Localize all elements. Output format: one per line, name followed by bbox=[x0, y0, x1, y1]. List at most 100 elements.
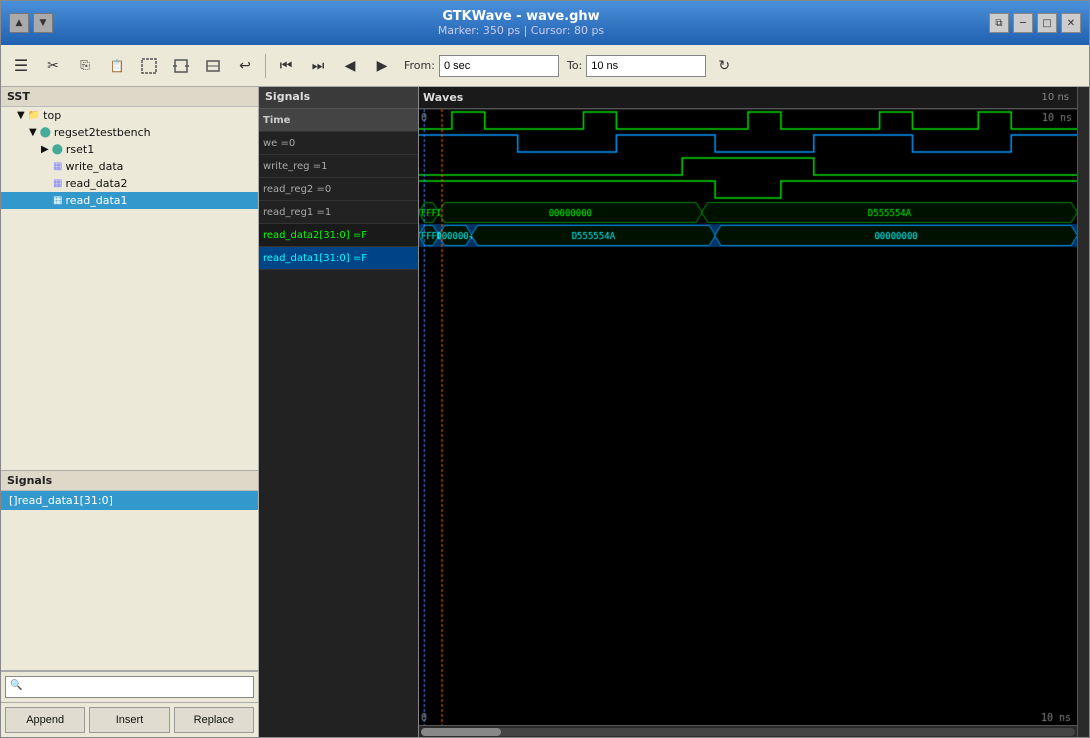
tree-label-rset1: rset1 bbox=[66, 143, 94, 156]
sig-row-read-reg1[interactable]: read_reg1 =1 bbox=[259, 201, 418, 224]
signal-icon1: ▦ bbox=[53, 161, 62, 172]
left-panel: SST ▼ 📁 top ▼ ⬤ regset2testbench ▶ ⬤ rse… bbox=[1, 87, 259, 737]
zoom-fit-btn[interactable] bbox=[167, 52, 195, 80]
waves-header: Waves 10 ns bbox=[419, 87, 1077, 109]
window-title: GTKWave - wave.ghw bbox=[442, 9, 599, 24]
from-input[interactable] bbox=[439, 55, 559, 77]
signals-section: Signals []read_data1[31:0] bbox=[1, 471, 258, 671]
signal-item-read-data1[interactable]: []read_data1[31:0] bbox=[1, 491, 258, 510]
search-input[interactable] bbox=[5, 676, 254, 698]
sig-name-read-reg2: read_reg2 =0 bbox=[263, 184, 331, 195]
minimize-btn[interactable]: ─ bbox=[1013, 13, 1033, 33]
tree-item-write-data[interactable]: ▦ write_data bbox=[1, 158, 258, 175]
to-label: To: bbox=[567, 59, 582, 72]
refresh-btn[interactable]: ↻ bbox=[710, 52, 738, 80]
prev-btn[interactable]: ◀ bbox=[336, 52, 364, 80]
sig-row-read-reg2[interactable]: read_reg2 =0 bbox=[259, 178, 418, 201]
titlebar: ▲ ▼ GTKWave - wave.ghw Marker: 350 ps | … bbox=[1, 1, 1089, 45]
window-subtitle: Marker: 350 ps | Cursor: 80 ps bbox=[438, 24, 604, 37]
close-btn[interactable]: ✕ bbox=[1061, 13, 1081, 33]
scroll-down-btn[interactable]: ▼ bbox=[33, 13, 53, 33]
sig-name-read-reg1: read_reg1 =1 bbox=[263, 207, 331, 218]
waves-label: Waves bbox=[423, 91, 463, 104]
restore-btn[interactable]: ⧉ bbox=[989, 13, 1009, 33]
tree-label-write-data: write_data bbox=[65, 160, 123, 173]
main-content: SST ▼ 📁 top ▼ ⬤ regset2testbench ▶ ⬤ rse… bbox=[1, 87, 1089, 737]
waves-column: Waves 10 ns bbox=[419, 87, 1077, 737]
tree-item-read-data1[interactable]: ▦ read_data1 bbox=[1, 192, 258, 209]
hamburger-btn[interactable]: ☰ bbox=[7, 52, 35, 80]
signals-column: Signals Time we =0 write_reg =1 read_reg… bbox=[259, 87, 419, 737]
sst-section: SST ▼ 📁 top ▼ ⬤ regset2testbench ▶ ⬤ rse… bbox=[1, 87, 258, 471]
horizontal-scrollbar[interactable] bbox=[419, 725, 1077, 737]
zoom-range-btn[interactable] bbox=[199, 52, 227, 80]
tree-label-top: top bbox=[43, 109, 61, 122]
paste-btn[interactable]: 📋 bbox=[103, 52, 131, 80]
tree-label-read-data1: read_data1 bbox=[65, 194, 127, 207]
from-label: From: bbox=[404, 59, 435, 72]
replace-button[interactable]: Replace bbox=[174, 707, 254, 733]
sig-row-read-data1[interactable]: read_data1[31:0] =F bbox=[259, 247, 418, 270]
toolbar: ☰ ✂ ⎘ 📋 ↩ ⏮ ⏭ ◀ ▶ From: bbox=[1, 45, 1089, 87]
sst-label: SST bbox=[7, 90, 30, 103]
main-window: ▲ ▼ GTKWave - wave.ghw Marker: 350 ps | … bbox=[0, 0, 1090, 738]
time-label: Time bbox=[263, 115, 290, 126]
chevron-right-icon: ▼ bbox=[17, 110, 25, 121]
sig-row-read-data2[interactable]: read_data2[31:0] =F bbox=[259, 224, 418, 247]
scroll-track[interactable] bbox=[421, 728, 1075, 736]
module-icon1: ⬤ bbox=[40, 127, 51, 138]
signal-rows: Time we =0 write_reg =1 read_reg2 =0 rea… bbox=[259, 109, 418, 737]
sst-header: SST bbox=[1, 87, 258, 107]
waves-area[interactable] bbox=[419, 109, 1077, 725]
cut-btn[interactable]: ✂ bbox=[39, 52, 67, 80]
tree-label-regset2testbench: regset2testbench bbox=[54, 126, 151, 139]
chevron-right-icon2: ▶ bbox=[41, 144, 49, 155]
signal-item-label: []read_data1[31:0] bbox=[9, 494, 113, 507]
chevron-down-icon: ▼ bbox=[29, 127, 37, 138]
search-bar: 🔍 bbox=[1, 671, 258, 702]
tree-label-read-data2: read_data2 bbox=[65, 177, 127, 190]
append-button[interactable]: Append bbox=[5, 707, 85, 733]
tree-item-regset2testbench[interactable]: ▼ ⬤ regset2testbench bbox=[1, 124, 258, 141]
scroll-thumb[interactable] bbox=[421, 728, 501, 736]
tree-item-read-data2[interactable]: ▦ read_data2 bbox=[1, 175, 258, 192]
titlebar-controls: ⧉ ─ □ ✕ bbox=[989, 13, 1081, 33]
folder-icon: 📁 bbox=[28, 110, 40, 121]
signals-label: Signals bbox=[7, 474, 52, 487]
select-all-btn[interactable] bbox=[135, 52, 163, 80]
sig-name-write-reg: write_reg =1 bbox=[263, 161, 327, 172]
separator1 bbox=[265, 54, 266, 78]
waves-time-label: 10 ns bbox=[1042, 92, 1069, 103]
signals-col-label: Signals bbox=[265, 90, 310, 103]
time-header-row: Time bbox=[259, 109, 418, 132]
sig-row-write-reg[interactable]: write_reg =1 bbox=[259, 155, 418, 178]
undo-btn[interactable]: ↩ bbox=[231, 52, 259, 80]
sig-name-read-data2: read_data2[31:0] =F bbox=[263, 230, 367, 241]
copy-btn[interactable]: ⎘ bbox=[71, 52, 99, 80]
tree-item-rset1[interactable]: ▶ ⬤ rset1 bbox=[1, 141, 258, 158]
sig-name-read-data1: read_data1[31:0] =F bbox=[263, 253, 367, 264]
insert-button[interactable]: Insert bbox=[89, 707, 169, 733]
wave-canvas bbox=[419, 109, 1077, 725]
vertical-scrollbar[interactable] bbox=[1077, 87, 1089, 737]
tree-item-top[interactable]: ▼ 📁 top bbox=[1, 107, 258, 124]
sig-row-we[interactable]: we =0 bbox=[259, 132, 418, 155]
titlebar-center: GTKWave - wave.ghw Marker: 350 ps | Curs… bbox=[53, 9, 989, 37]
maximize-btn[interactable]: □ bbox=[1037, 13, 1057, 33]
signal-icon2: ▦ bbox=[53, 178, 62, 189]
scroll-up-btn[interactable]: ▲ bbox=[9, 13, 29, 33]
fast-forward-btn[interactable]: ⏭ bbox=[304, 52, 332, 80]
search-icon: 🔍 bbox=[10, 680, 22, 691]
next-btn[interactable]: ▶ bbox=[368, 52, 396, 80]
search-wrapper: 🔍 bbox=[5, 676, 254, 698]
bottom-buttons: Append Insert Replace bbox=[1, 702, 258, 737]
sig-name-we: we =0 bbox=[263, 138, 295, 149]
signal-icon3: ▦ bbox=[53, 195, 62, 206]
right-panel: Signals Time we =0 write_reg =1 read_reg… bbox=[259, 87, 1089, 737]
first-btn[interactable]: ⏮ bbox=[272, 52, 300, 80]
signals-header: Signals bbox=[1, 471, 258, 491]
titlebar-arrows: ▲ ▼ bbox=[9, 13, 53, 33]
to-input[interactable] bbox=[586, 55, 706, 77]
module-icon2: ⬤ bbox=[52, 144, 63, 155]
signals-col-header: Signals bbox=[259, 87, 418, 109]
